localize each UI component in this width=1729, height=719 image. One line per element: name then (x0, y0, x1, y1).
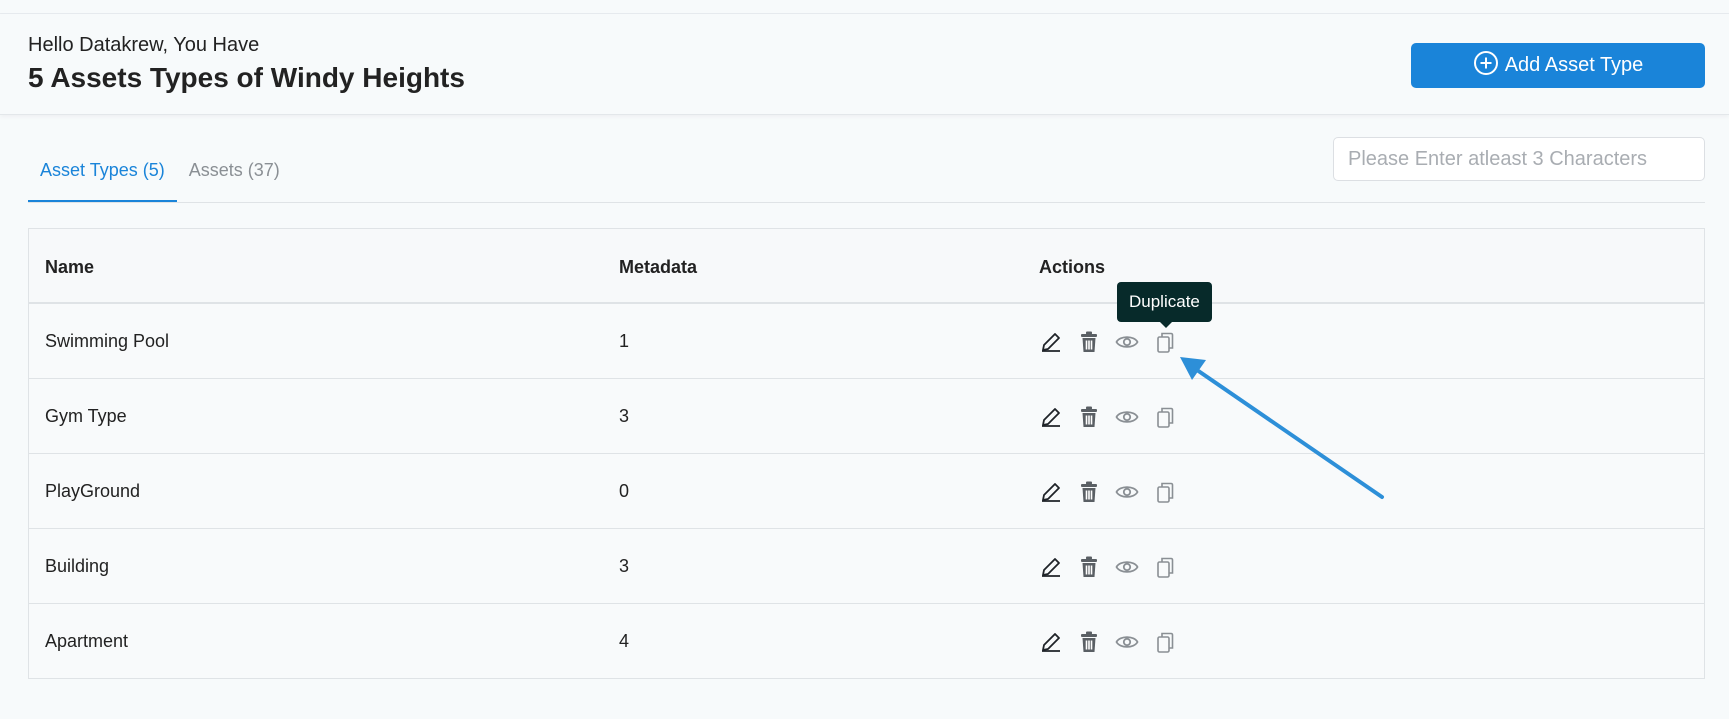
tab-asset-types[interactable]: Asset Types (5) (28, 150, 177, 202)
asset-type-metadata: 0 (619, 481, 630, 501)
edit-icon[interactable] (1039, 330, 1063, 354)
delete-icon[interactable] (1077, 555, 1101, 579)
column-header-actions: Actions (1039, 257, 1106, 277)
delete-icon[interactable] (1077, 630, 1101, 654)
delete-icon[interactable] (1077, 330, 1101, 354)
tab-bar: Asset Types (5) Assets (37) (28, 150, 292, 202)
asset-type-metadata: 3 (619, 556, 630, 576)
duplicate-icon[interactable] (1153, 555, 1177, 579)
asset-type-metadata: 4 (619, 631, 630, 651)
view-icon[interactable] (1115, 555, 1139, 579)
row-actions (1039, 454, 1177, 529)
duplicate-icon[interactable] (1153, 330, 1177, 354)
edit-icon[interactable] (1039, 480, 1063, 504)
asset-type-name: Swimming Pool (45, 331, 170, 351)
edit-icon[interactable] (1039, 405, 1063, 429)
asset-type-metadata: 3 (619, 406, 630, 426)
page-header: Hello Datakrew, You Have 5 Assets Types … (0, 14, 1729, 115)
view-icon[interactable] (1115, 630, 1139, 654)
delete-icon[interactable] (1077, 405, 1101, 429)
tabs-divider (28, 202, 1705, 203)
add-asset-type-label: Add Asset Type (1504, 54, 1644, 76)
asset-type-name: PlayGround (45, 481, 141, 501)
asset-type-metadata: 1 (619, 331, 630, 351)
page-title: 5 Assets Types of Windy Heights (28, 62, 465, 93)
edit-icon[interactable] (1039, 555, 1063, 579)
search-input[interactable] (1333, 137, 1705, 181)
duplicate-icon[interactable] (1153, 630, 1177, 654)
row-actions (1039, 529, 1177, 604)
edit-icon[interactable] (1039, 630, 1063, 654)
tooltip-pointer (1159, 321, 1173, 328)
asset-types-table: Name Metadata Actions Swimming Pool 1 Gym … (28, 228, 1705, 679)
plus-circle-icon (1473, 50, 1499, 82)
add-asset-type-button[interactable]: Add Asset Type (1411, 43, 1705, 88)
column-header-metadata: Metadata (619, 257, 698, 277)
table-row: Swimming Pool 1 (29, 304, 1704, 379)
view-icon[interactable] (1115, 330, 1139, 354)
delete-icon[interactable] (1077, 480, 1101, 504)
duplicate-icon[interactable] (1153, 405, 1177, 429)
table-row: PlayGround 0 (29, 454, 1704, 529)
asset-type-name: Apartment (45, 631, 129, 651)
view-icon[interactable] (1115, 480, 1139, 504)
tab-assets[interactable]: Assets (37) (177, 150, 292, 202)
duplicate-tooltip: Duplicate (1117, 282, 1212, 322)
asset-type-name: Gym Type (45, 406, 127, 426)
table-body: Swimming Pool 1 Gym Type 3 PlayGround 0 Buildi… (29, 304, 1704, 679)
row-actions (1039, 604, 1177, 679)
column-header-name: Name (45, 257, 95, 277)
table-row: Apartment 4 (29, 604, 1704, 679)
table-row: Gym Type 3 (29, 379, 1704, 454)
table-header: Name Metadata Actions (29, 229, 1704, 304)
table-row: Building 3 (29, 529, 1704, 604)
greeting-text: Hello Datakrew, You Have (28, 34, 260, 56)
view-icon[interactable] (1115, 405, 1139, 429)
row-actions (1039, 379, 1177, 454)
asset-type-name: Building (45, 556, 110, 576)
duplicate-icon[interactable] (1153, 480, 1177, 504)
top-divider (0, 0, 1729, 14)
